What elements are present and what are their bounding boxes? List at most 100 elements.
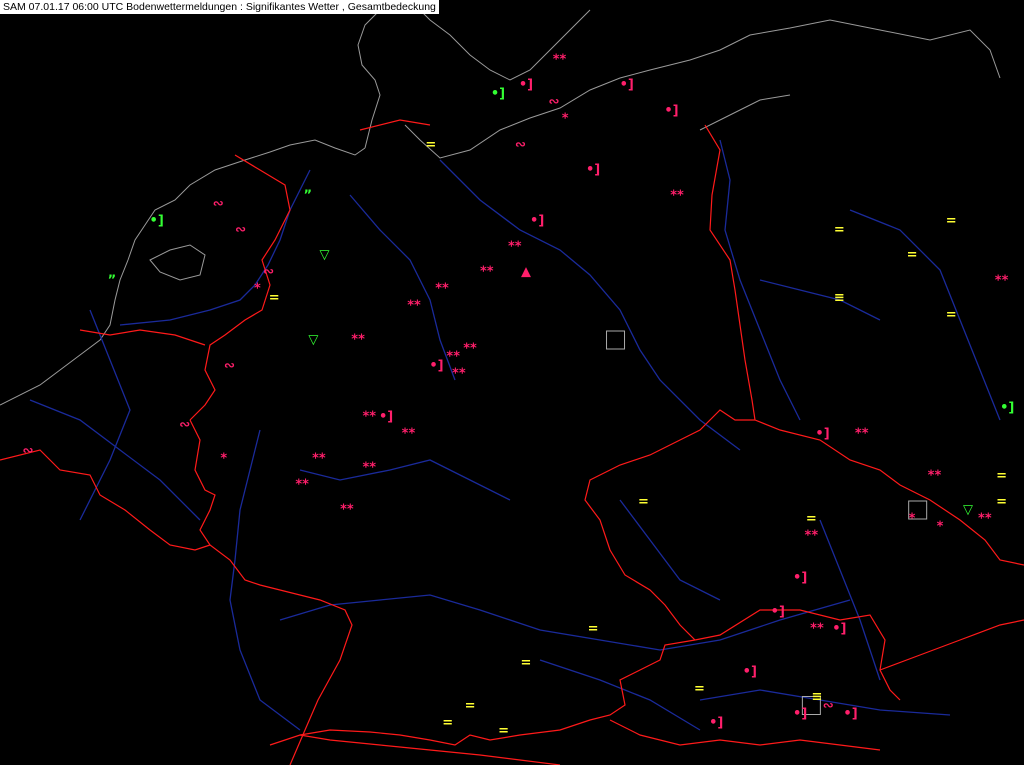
weather-symbol-drizzle: ” bbox=[107, 273, 117, 288]
weather-symbol-snow: ** bbox=[362, 460, 377, 475]
map-title: SAM 07.01.17 06:00 UTC Bodenwettermeldun… bbox=[0, 0, 439, 14]
river-danube bbox=[279, 594, 851, 651]
weather-symbol-snow: ** bbox=[854, 426, 869, 441]
river-rhine-south bbox=[229, 429, 301, 731]
river-elbe bbox=[439, 159, 741, 451]
weather-symbol-snow: •] bbox=[585, 162, 601, 178]
river-moselle bbox=[29, 399, 201, 521]
weather-symbol-snow: ** bbox=[978, 511, 992, 526]
weather-symbol-drizzle: •] bbox=[490, 86, 506, 101]
weather-symbol-snow: ** bbox=[452, 366, 466, 382]
river-rhine bbox=[119, 169, 311, 326]
weather-symbol-snow: •] bbox=[793, 706, 808, 722]
weather-symbol-fog: = bbox=[498, 723, 510, 739]
weather-symbol-drizzle: ▽ bbox=[308, 332, 319, 348]
weather-symbol-snow: ∾ bbox=[223, 358, 235, 373]
weather-symbol-snow: ** bbox=[295, 477, 309, 492]
weather-symbol-fog: = bbox=[520, 655, 532, 671]
weather-symbol-fog: = bbox=[268, 290, 280, 305]
weather-symbol-snow: •] bbox=[843, 706, 858, 722]
weather-symbol-snow: ** bbox=[407, 298, 421, 314]
coastline-pomerania bbox=[699, 94, 791, 131]
weather-symbol-snow: •] bbox=[793, 570, 808, 586]
weather-symbol-snow: ∾ bbox=[822, 698, 834, 713]
weather-symbol-snow: ∾ bbox=[179, 417, 191, 433]
weather-symbol-snow: ▲ bbox=[520, 264, 531, 280]
weather-symbol-snow: ∾ bbox=[212, 196, 224, 212]
border-de-cz bbox=[584, 409, 755, 641]
weather-symbol-drizzle: ▽ bbox=[963, 502, 974, 518]
border-be-fr bbox=[0, 449, 211, 551]
river-vltava bbox=[619, 499, 721, 601]
weather-symbol-drizzle: •] bbox=[149, 213, 164, 229]
river-main bbox=[299, 459, 511, 501]
weather-symbol-snow: ∾ bbox=[548, 94, 560, 110]
weather-symbol-fog: = bbox=[833, 222, 845, 237]
weather-symbol-snow: •] bbox=[664, 103, 679, 118]
weather-symbol-snow: * bbox=[908, 511, 916, 526]
border-cz-at bbox=[694, 609, 901, 701]
weather-symbol-snow: •] bbox=[742, 664, 757, 679]
weather-symbol-fog: = bbox=[945, 213, 957, 229]
map-geography bbox=[0, 0, 1024, 765]
weather-symbol-fog: = bbox=[906, 247, 918, 263]
weather-symbol-snow: ** bbox=[994, 273, 1009, 288]
weather-symbol-drizzle: ” bbox=[303, 188, 313, 203]
river-inn bbox=[539, 659, 701, 731]
weather-symbol-snow: •] bbox=[815, 426, 830, 441]
weather-symbol-snow: •] bbox=[619, 77, 634, 93]
weather-symbol-fog: = bbox=[464, 698, 476, 713]
weather-symbol-snow: •] bbox=[429, 358, 444, 373]
weather-symbol-snow: ** bbox=[362, 409, 377, 424]
coastlines bbox=[0, 0, 1001, 406]
weather-symbol-snow: ** bbox=[507, 239, 522, 254]
weather-symbol-drizzle: •] bbox=[1000, 400, 1015, 416]
river-warta bbox=[759, 279, 881, 321]
weather-symbol-snow: ** bbox=[351, 332, 365, 348]
weather-symbol-snow: •] bbox=[770, 604, 785, 620]
river-vistula bbox=[849, 209, 1001, 421]
river-maas bbox=[79, 309, 131, 521]
coastline-ijsselmeer bbox=[149, 244, 206, 281]
weather-symbol-fog: = bbox=[996, 468, 1008, 484]
border-sk-east bbox=[879, 619, 1024, 671]
weather-symbol-snow: ** bbox=[446, 349, 461, 365]
border-de-nl bbox=[189, 154, 291, 421]
weather-symbol-snow: ** bbox=[927, 468, 942, 484]
weather-symbol-fog: = bbox=[945, 307, 957, 322]
weather-symbol-snow: ** bbox=[552, 52, 567, 67]
weather-symbol-snow: ** bbox=[312, 451, 326, 467]
weather-symbol-snow: •] bbox=[378, 409, 394, 424]
weather-symbol-snow: ** bbox=[810, 621, 824, 637]
border-cz-pl bbox=[754, 419, 1024, 566]
weather-symbol-snow: •] bbox=[530, 213, 545, 229]
weather-symbol-snow: ** bbox=[435, 281, 449, 297]
station-marker-boxes bbox=[606, 330, 928, 715]
weather-symbol-snow: ** bbox=[401, 426, 416, 441]
weather-symbol-fog: = bbox=[638, 494, 649, 509]
weather-symbol-fog: ≡ bbox=[833, 290, 845, 305]
weather-symbol-snow: ∾ bbox=[22, 443, 34, 458]
weather-symbol-snow: •] bbox=[518, 77, 534, 93]
border-at-south bbox=[609, 719, 881, 751]
weather-symbol-fog: ≡ bbox=[811, 689, 823, 705]
weather-symbol-fog: = bbox=[805, 511, 817, 526]
station-marker-box bbox=[606, 330, 626, 350]
weather-symbol-snow: * bbox=[253, 281, 261, 297]
weather-symbol-fog: = bbox=[694, 681, 705, 696]
weather-symbol-snow: * bbox=[936, 519, 944, 535]
weather-symbol-snow: * bbox=[561, 111, 569, 127]
weather-symbol-fog: = bbox=[425, 137, 437, 152]
border-be-de bbox=[189, 419, 353, 765]
weather-map: SAM 07.01.17 06:00 UTC Bodenwettermeldun… bbox=[0, 0, 1024, 765]
weather-symbol-snow: ** bbox=[340, 502, 354, 518]
weather-symbol-snow: ** bbox=[804, 528, 819, 543]
weather-symbol-snow: ∾ bbox=[514, 137, 526, 152]
weather-symbol-snow: •] bbox=[832, 621, 847, 637]
border-de-pl bbox=[704, 124, 756, 421]
weather-symbol-fog: = bbox=[996, 494, 1008, 509]
weather-symbol-fog: = bbox=[587, 621, 599, 637]
weather-symbol-snow: * bbox=[220, 451, 228, 467]
weather-symbol-snow: ∾ bbox=[263, 264, 275, 280]
border-at-ch bbox=[269, 734, 561, 765]
